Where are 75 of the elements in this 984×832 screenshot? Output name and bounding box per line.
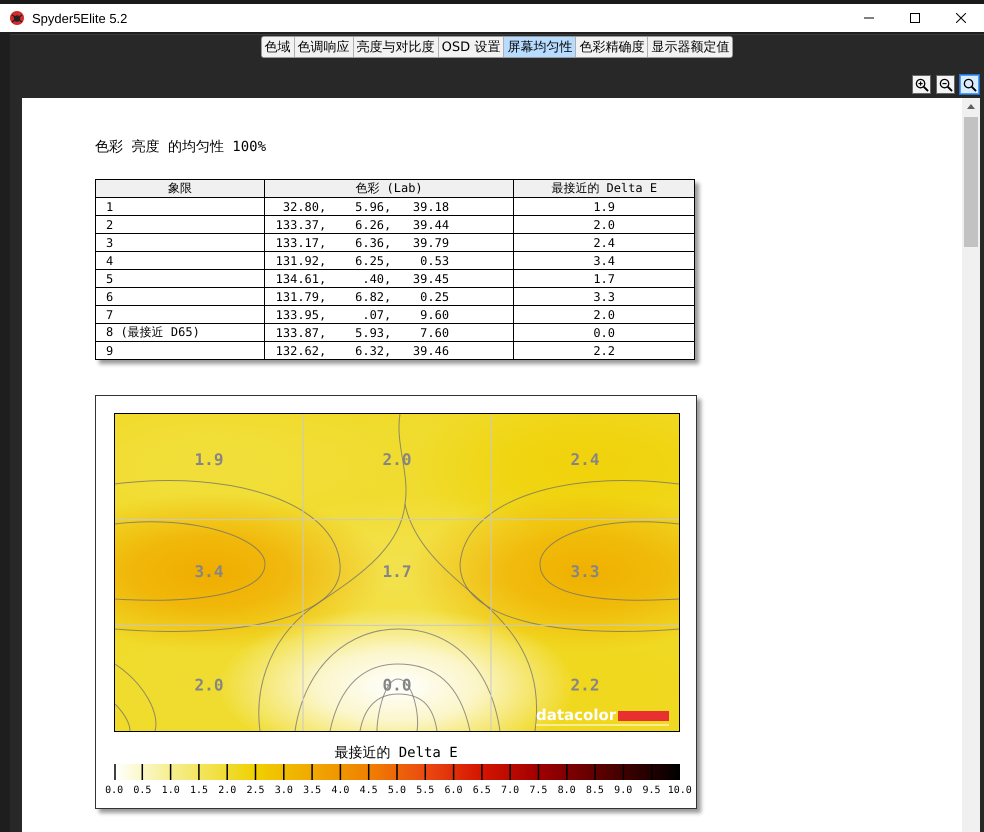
scale-label: 0.5 xyxy=(132,785,152,796)
column-header: 象限 xyxy=(96,180,264,198)
table-cell: 2.4 xyxy=(514,234,694,252)
table-cell: 3.4 xyxy=(514,252,694,270)
table-cell: 2.0 xyxy=(514,216,694,234)
close-icon[interactable] xyxy=(956,13,966,23)
scale-label: 4.0 xyxy=(330,785,350,796)
table-cell: 7 xyxy=(96,306,264,324)
table-cell: 133.37, 6.26, 39.44 xyxy=(264,216,514,234)
scale-label: 6.5 xyxy=(472,785,492,796)
zoom-in-button[interactable] xyxy=(912,75,931,94)
table-cell: 132.62, 6.32, 39.46 xyxy=(264,342,514,360)
column-header: 最接近的 Delta E xyxy=(514,180,694,198)
scale-label: 2.0 xyxy=(217,785,238,796)
map-value: 2.0 xyxy=(194,676,224,695)
window-title: Spyder5Elite 5.2 xyxy=(32,10,128,26)
logo-text: datacolor xyxy=(536,706,616,724)
table-cell: 1 xyxy=(96,198,264,216)
scale-label: 10.0 xyxy=(666,785,693,796)
scrollbar-thumb[interactable] xyxy=(964,117,978,247)
table-cell: 0.0 xyxy=(514,324,694,342)
search-button[interactable] xyxy=(960,75,979,94)
column-header: 色彩 (Lab) xyxy=(264,180,514,198)
map-value: 2.4 xyxy=(570,450,600,470)
scale-label: 5.0 xyxy=(386,785,407,796)
scale-label: 7.5 xyxy=(528,785,548,796)
maximize-icon[interactable] xyxy=(910,13,920,23)
scale-label: 1.5 xyxy=(188,785,210,796)
tab[interactable]: 屏幕均匀性 xyxy=(503,37,576,57)
scale-label: 2.5 xyxy=(246,785,266,796)
map-value: 1.7 xyxy=(382,562,412,581)
map-value: 2.2 xyxy=(570,676,600,695)
zoom-out-button[interactable] xyxy=(936,75,955,94)
scrollbar[interactable] xyxy=(962,98,980,832)
map-value: 3.4 xyxy=(194,562,224,581)
map-value: 3.3 xyxy=(570,562,600,581)
logo-bar xyxy=(618,711,669,721)
table-cell: 2.0 xyxy=(514,306,694,324)
table-cell: 8 (最接近 D65) xyxy=(96,324,264,342)
table-cell: 133.87, 5.93, 7.60 xyxy=(264,324,514,342)
scale-label: 8.0 xyxy=(556,785,577,796)
scale-label: 6.0 xyxy=(443,785,464,796)
tab[interactable]: 显示器额定值 xyxy=(647,37,732,57)
scale-label: 4.5 xyxy=(358,785,379,796)
table-cell: 9 xyxy=(96,342,264,360)
table-cell: 133.17, 6.36, 39.79 xyxy=(264,234,514,252)
table-cell: 1.7 xyxy=(514,270,694,288)
table-cell: 6 xyxy=(96,288,264,306)
table-cell: 131.92, 6.25, 0.53 xyxy=(264,252,514,270)
table-cell: 4 xyxy=(96,252,264,270)
scroll-up-icon[interactable] xyxy=(967,104,975,109)
scale-label: 3.5 xyxy=(302,785,322,796)
table-cell: 3 xyxy=(96,234,264,252)
table-cell: 32.80, 5.96, 39.18 xyxy=(264,198,514,216)
minimize-icon[interactable] xyxy=(864,17,874,19)
table-cell: 131.79, 6.82, 0.25 xyxy=(264,288,514,306)
scale-label: 3.0 xyxy=(274,785,294,796)
scale-label: 8.5 xyxy=(584,785,605,796)
table-cell: 133.95, .07, 9.60 xyxy=(264,306,514,324)
scale-title: 最接近的 Delta E xyxy=(334,744,458,762)
scale-label: 5.5 xyxy=(415,785,436,796)
map-value: 1.9 xyxy=(194,450,224,470)
table-cell: 134.61, .40, 39.45 xyxy=(264,270,514,288)
table-cell: 5 xyxy=(96,270,264,288)
table-cell: 2.2 xyxy=(514,342,694,360)
scale-label: 9.5 xyxy=(641,785,662,796)
table-cell: 2 xyxy=(96,216,264,234)
table-cell: 3.3 xyxy=(514,288,694,306)
scale-label: 0.0 xyxy=(104,785,124,796)
scale-label: 9.0 xyxy=(613,785,634,796)
app-icon xyxy=(10,11,24,25)
table-cell: 1.9 xyxy=(514,198,694,216)
report-title: 色彩 亮度 的均匀性 100% xyxy=(95,138,266,156)
scale-label: 7.0 xyxy=(500,785,520,796)
scale-label: 1.0 xyxy=(160,785,181,796)
